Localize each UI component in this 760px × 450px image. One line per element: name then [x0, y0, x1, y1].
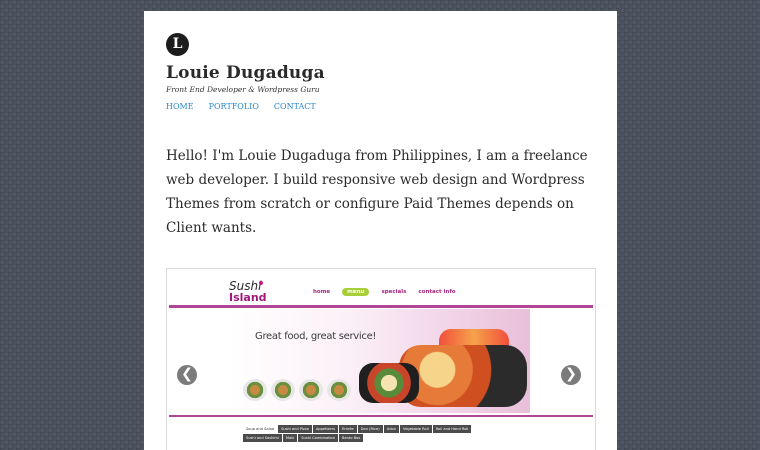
slider-prev-button[interactable]: ❮	[177, 365, 197, 385]
portfolio-slider: Sushi Island home menu specials contact …	[166, 268, 596, 450]
slide-hero-banner: Great food, great service!	[229, 309, 530, 413]
slide-tab: Vegetable Roll	[400, 425, 432, 433]
slide-tab: Maki	[282, 434, 298, 442]
slide-tab: Sushi and Sashimi	[243, 434, 282, 442]
slide-nav-specials: specials	[381, 289, 407, 295]
slide-tab: Udon	[383, 425, 400, 433]
slide-nav-contact: contact info	[418, 289, 456, 295]
sushi-roll-image	[359, 363, 419, 403]
dish-thumbnail	[327, 379, 351, 401]
main-nav: HOME PORTFOLIO CONTACT	[166, 102, 316, 111]
intro-text: Hello! I'm Louie Dugaduga from Philippin…	[166, 148, 588, 236]
dish-thumbnail	[299, 379, 323, 401]
slide-nav-menu: menu	[342, 288, 370, 296]
slide-tab: Soup and Salad	[243, 425, 278, 433]
slide-logo-line2: Island	[229, 291, 267, 304]
dish-thumbnail	[271, 379, 295, 401]
slider-next-button[interactable]: ❯	[561, 365, 581, 385]
site-tagline: Front End Developer & Wordpress Guru	[166, 85, 320, 94]
slide-image[interactable]: Sushi Island home menu specials contact …	[167, 269, 595, 450]
nav-contact[interactable]: CONTACT	[274, 102, 316, 111]
chevron-right-icon: ❯	[565, 366, 577, 382]
slide-hero-text: Great food, great service!	[255, 331, 377, 342]
slide-menu-tabs: Soup and Salad Sushi and Pizza Appetizer…	[243, 425, 509, 442]
content-card: L Louie Dugaduga Front End Developer & W…	[144, 11, 617, 450]
slide-nav: home menu specials contact info	[313, 288, 456, 296]
slide-tab: Don (Rice)	[357, 425, 383, 433]
nav-home[interactable]: HOME	[166, 102, 194, 111]
chevron-left-icon: ❮	[181, 366, 193, 382]
slide-tab: Appetizers	[312, 425, 338, 433]
dish-thumbnail	[243, 379, 267, 401]
logo-badge[interactable]: L	[166, 33, 189, 56]
slide-tab: Sushi and Pizza	[278, 425, 312, 433]
slide-divider-top	[169, 305, 593, 308]
slide-divider-bottom	[169, 415, 593, 417]
slide-tab: Roll and Hand Roll	[432, 425, 472, 433]
slide-nav-home: home	[313, 289, 331, 295]
slide-tab: Entrée	[338, 425, 357, 433]
site-title[interactable]: Louie Dugaduga	[166, 63, 325, 83]
nav-portfolio[interactable]: PORTFOLIO	[209, 102, 259, 111]
slide-logo-dot	[259, 281, 263, 285]
slide-tab: Sushi Combination	[298, 434, 338, 442]
slide-tab: Bento Box	[338, 434, 364, 442]
